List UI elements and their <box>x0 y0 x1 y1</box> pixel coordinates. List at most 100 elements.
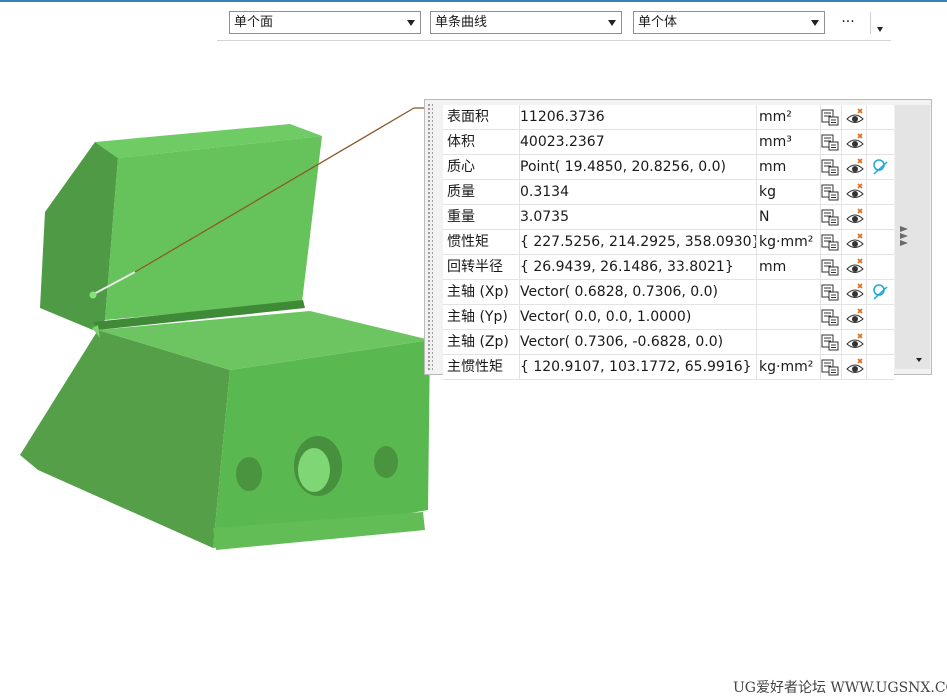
row-unit[interactable]: kg·mm² <box>756 230 821 254</box>
export-cell[interactable] <box>817 105 842 129</box>
show-hide-icon[interactable] <box>846 333 864 351</box>
show-hide-icon[interactable] <box>846 108 864 126</box>
extra-cell <box>867 330 892 354</box>
create-point-icon[interactable] <box>871 283 889 301</box>
show-hide-icon[interactable] <box>846 233 864 251</box>
row-value[interactable]: { 120.9107, 103.1772, 65.9916} <box>516 355 757 379</box>
export-cell[interactable] <box>817 280 842 304</box>
scroll-down-arrow-icon[interactable] <box>916 358 922 362</box>
export-cell[interactable] <box>817 355 842 379</box>
row-value[interactable]: Point( 19.4850, 20.8256, 0.0) <box>516 155 757 179</box>
export-table-icon[interactable] <box>821 108 839 126</box>
visibility-cell[interactable] <box>842 330 867 354</box>
visibility-cell[interactable] <box>842 180 867 204</box>
export-table-icon[interactable] <box>821 283 839 301</box>
row-value[interactable]: Vector( 0.7306, -0.6828, 0.0) <box>516 330 757 354</box>
row-value[interactable]: Vector( 0.0, 0.0, 1.0000) <box>516 305 757 329</box>
extra-cell <box>867 255 892 279</box>
visibility-cell[interactable] <box>842 230 867 254</box>
export-cell[interactable] <box>817 255 842 279</box>
row-unit[interactable]: mm³ <box>756 130 821 154</box>
export-cell[interactable] <box>817 155 842 179</box>
row-unit[interactable]: kg <box>756 180 821 204</box>
measurement-row[interactable]: 主惯性矩{ 120.9107, 103.1772, 65.9916} kg·mm² <box>443 355 894 380</box>
show-hide-icon[interactable] <box>846 283 864 301</box>
visibility-cell[interactable] <box>842 255 867 279</box>
export-cell[interactable] <box>817 205 842 229</box>
row-value[interactable]: 11206.3736 <box>516 105 757 129</box>
row-label: 体积 <box>443 130 520 154</box>
visibility-cell[interactable] <box>842 280 867 304</box>
measurement-row[interactable]: 重量 3.0735 N <box>443 205 894 230</box>
plate-left-face <box>40 142 118 330</box>
export-cell[interactable] <box>817 305 842 329</box>
show-hide-icon[interactable] <box>846 183 864 201</box>
measurement-row[interactable]: 回转半径{ 26.9439, 26.1486, 33.8021} mm <box>443 255 894 280</box>
extra-cell <box>867 355 892 379</box>
row-unit[interactable] <box>756 280 821 304</box>
row-label: 惯性矩 <box>443 230 520 254</box>
export-table-icon[interactable] <box>821 158 839 176</box>
visibility-cell[interactable] <box>842 130 867 154</box>
measurement-row[interactable]: 主轴 (Xp) Vector( 0.6828, 0.7306, 0.0) <box>443 280 894 305</box>
export-cell[interactable] <box>817 330 842 354</box>
visibility-cell[interactable] <box>842 205 867 229</box>
export-table-icon[interactable] <box>821 308 839 326</box>
row-value[interactable]: 40023.2367 <box>516 130 757 154</box>
row-unit[interactable] <box>756 305 821 329</box>
export-table-icon[interactable] <box>821 333 839 351</box>
measurement-row[interactable]: 体积 40023.2367 mm³ <box>443 130 894 155</box>
show-hide-icon[interactable] <box>846 308 864 326</box>
row-value[interactable]: { 26.9439, 26.1486, 33.8021} <box>516 255 757 279</box>
measurement-results-panel: 表面积 11206.3736 mm² 体积 40023.2367 mm³ 质心 Point( … <box>424 99 932 380</box>
export-table-icon[interactable] <box>821 133 839 151</box>
show-hide-icon[interactable] <box>846 258 864 276</box>
row-value[interactable]: 0.3134 <box>516 180 757 204</box>
export-table-icon[interactable] <box>821 258 839 276</box>
row-label: 回转半径 <box>443 255 520 279</box>
visibility-cell[interactable] <box>842 305 867 329</box>
row-unit[interactable] <box>756 330 821 354</box>
create-point-icon[interactable] <box>871 158 889 176</box>
row-unit[interactable]: mm² <box>756 105 821 129</box>
visibility-cell[interactable] <box>842 355 867 379</box>
export-table-icon[interactable] <box>821 358 839 376</box>
row-label: 质心 <box>443 155 520 179</box>
row-unit[interactable]: kg·mm² <box>756 355 821 379</box>
extra-cell <box>867 205 892 229</box>
export-table-icon[interactable] <box>821 208 839 226</box>
measurement-row[interactable]: 质心 Point( 19.4850, 20.8256, 0.0) mm <box>443 155 894 180</box>
row-label: 主轴 (Yp) <box>443 305 520 329</box>
expand-arrows-icon[interactable] <box>899 224 909 248</box>
row-value[interactable]: 3.0735 <box>516 205 757 229</box>
plate-front-face <box>105 136 322 320</box>
panel-drag-handle[interactable] <box>427 103 433 371</box>
extra-cell[interactable] <box>867 280 892 304</box>
measurement-row[interactable]: 表面积 11206.3736 mm² <box>443 105 894 130</box>
show-hide-icon[interactable] <box>846 208 864 226</box>
row-value[interactable]: { 227.5256, 214.2925, 358.0930} <box>516 230 757 254</box>
show-hide-icon[interactable] <box>846 158 864 176</box>
show-hide-icon[interactable] <box>846 133 864 151</box>
row-value[interactable]: Vector( 0.6828, 0.7306, 0.0) <box>516 280 757 304</box>
extra-cell <box>867 105 892 129</box>
visibility-cell[interactable] <box>842 155 867 179</box>
extra-cell[interactable] <box>867 155 892 179</box>
show-hide-icon[interactable] <box>846 358 864 376</box>
measurement-row[interactable]: 惯性矩{ 227.5256, 214.2925, 358.0930} kg·mm² <box>443 230 894 255</box>
export-table-icon[interactable] <box>821 233 839 251</box>
row-label: 主轴 (Zp) <box>443 330 520 354</box>
row-unit[interactable]: mm <box>756 155 821 179</box>
row-label: 质量 <box>443 180 520 204</box>
centroid-point[interactable] <box>89 291 97 299</box>
measurement-row[interactable]: 主轴 (Zp) Vector( 0.7306, -0.6828, 0.0) <box>443 330 894 355</box>
row-unit[interactable]: mm <box>756 255 821 279</box>
measurement-row[interactable]: 质量 0.3134 kg <box>443 180 894 205</box>
export-cell[interactable] <box>817 230 842 254</box>
measurement-row[interactable]: 主轴 (Yp) Vector( 0.0, 0.0, 1.0000) <box>443 305 894 330</box>
export-table-icon[interactable] <box>821 183 839 201</box>
row-unit[interactable]: N <box>756 205 821 229</box>
export-cell[interactable] <box>817 130 842 154</box>
export-cell[interactable] <box>817 180 842 204</box>
visibility-cell[interactable] <box>842 105 867 129</box>
